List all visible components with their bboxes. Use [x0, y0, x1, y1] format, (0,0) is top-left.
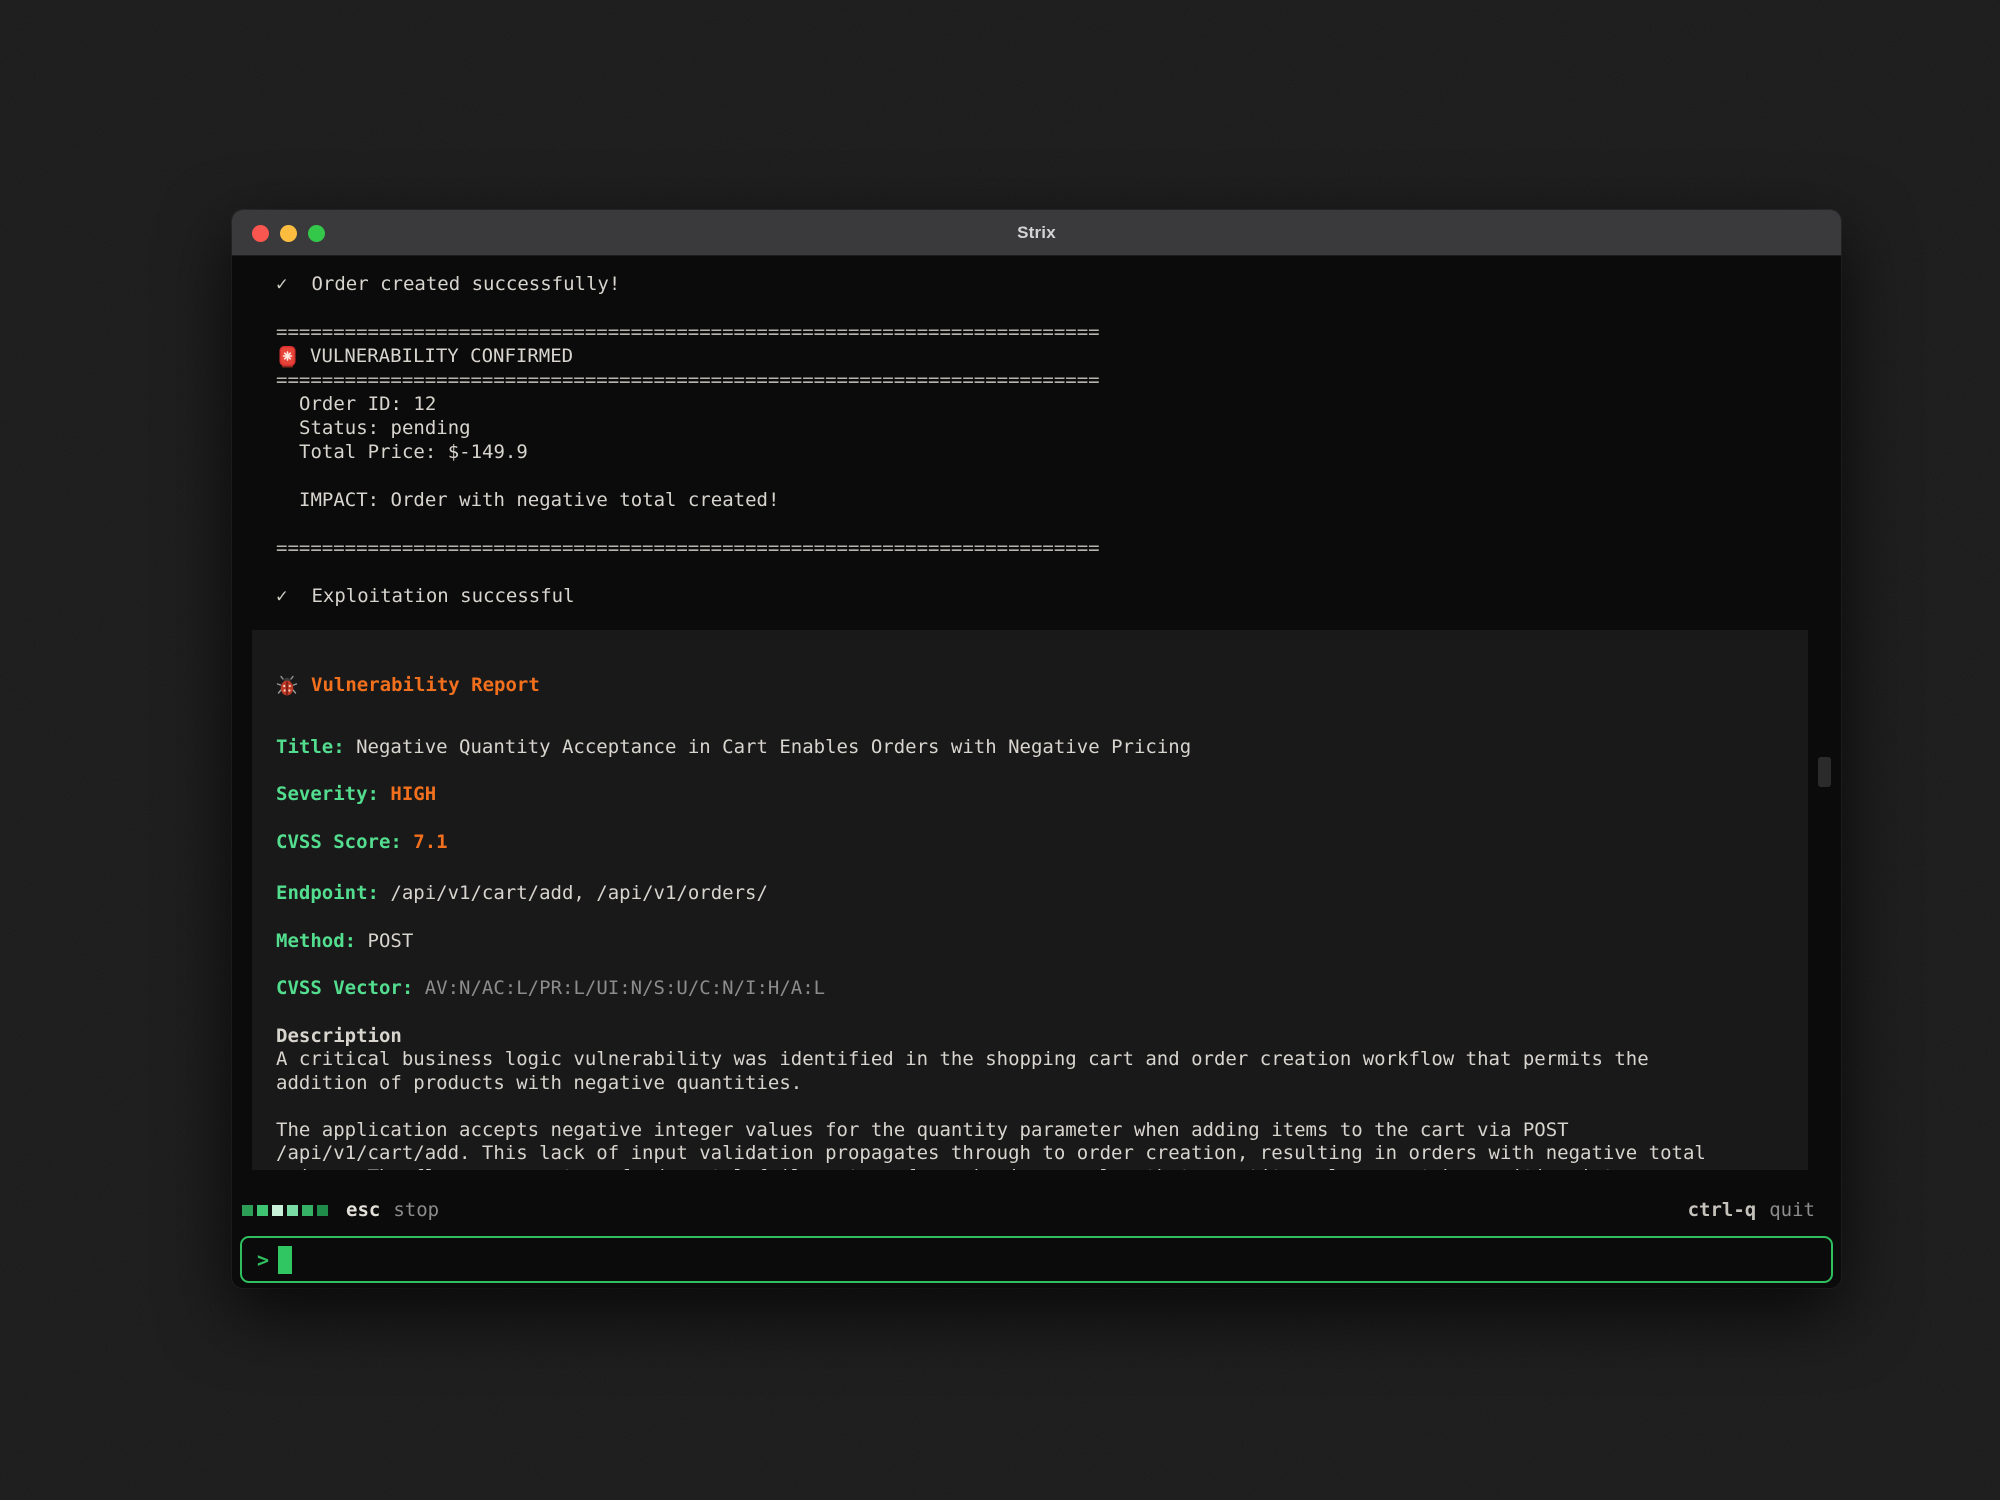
- order-status-line: Status: pending: [276, 416, 1841, 440]
- command-input[interactable]: >: [240, 1236, 1833, 1283]
- impact-line: IMPACT: Order with negative total create…: [276, 488, 1841, 512]
- description-paragraph-1-line: A critical business logic vulnerability …: [276, 1048, 1784, 1072]
- activity-spinner-icon: [242, 1205, 328, 1216]
- zoom-button[interactable]: [308, 225, 325, 242]
- description-paragraph-2-line: prices. The flaw represents a fundamenta…: [276, 1166, 1784, 1170]
- report-cvss-score-row: CVSS Score: 7.1: [276, 831, 1784, 855]
- separator-line: ========================================…: [276, 320, 1841, 344]
- checkmark-icon: ✓: [276, 272, 287, 296]
- description-heading: Description: [276, 1025, 1784, 1049]
- title-value: Negative Quantity Acceptance in Cart Ena…: [356, 736, 1191, 758]
- bug-icon: [276, 675, 298, 697]
- endpoint-value: /api/v1/cart/add, /api/v1/orders/: [390, 882, 768, 904]
- report-cvss-vector-row: CVSS Vector: AV:N/AC:L/PR:L/UI:N/S:U/C:N…: [276, 977, 1784, 1001]
- prompt-icon: >: [257, 1248, 269, 1272]
- report-title-row: Title: Negative Quantity Acceptance in C…: [276, 736, 1784, 760]
- order-success-line: ✓ Order created successfully!: [276, 272, 1841, 296]
- stop-action-label: stop: [393, 1199, 439, 1221]
- scrollbar-thumb[interactable]: [1818, 757, 1831, 787]
- traffic-lights: [252, 210, 325, 256]
- ctrl-q-key-hint: ctrl-q: [1688, 1199, 1757, 1221]
- report-description-section: Description A critical business logic vu…: [276, 1025, 1784, 1171]
- severity-value: HIGH: [390, 783, 436, 805]
- description-paragraph-2-line: The application accepts negative integer…: [276, 1119, 1784, 1143]
- description-paragraph-1-line: addition of products with negative quant…: [276, 1072, 1784, 1096]
- status-bar: esc stop ctrl-q quit: [242, 1196, 1815, 1224]
- vulnerability-report-panel: Vulnerability Report Title: Negative Qua…: [252, 630, 1808, 1170]
- rotating-light-icon: [276, 345, 298, 368]
- report-method-row: Method: POST: [276, 930, 1784, 954]
- severity-label: Severity:: [276, 783, 379, 805]
- cvss-vector-value: AV:N/AC:L/PR:L/UI:N/S:U/C:N/I:H/A:L: [425, 977, 825, 999]
- description-paragraph-2-line: /api/v1/cart/add. This lack of input val…: [276, 1142, 1784, 1166]
- title-label: Title:: [276, 736, 345, 758]
- window-title: Strix: [1017, 223, 1056, 243]
- terminal-output-area: ✓ Order created successfully! ===========…: [232, 256, 1841, 1288]
- report-heading: Vulnerability Report: [311, 674, 540, 698]
- titlebar[interactable]: Strix: [232, 210, 1841, 256]
- report-heading-row: Vulnerability Report: [276, 674, 1784, 698]
- minimize-button[interactable]: [280, 225, 297, 242]
- cvss-score-label: CVSS Score:: [276, 831, 402, 853]
- vulnerability-confirmed-banner: VULNERABILITY CONFIRMED: [276, 344, 1841, 368]
- method-label: Method:: [276, 930, 356, 952]
- exploitation-success-line: ✓ Exploitation successful: [276, 584, 1841, 608]
- report-endpoint-row: Endpoint: /api/v1/cart/add, /api/v1/orde…: [276, 882, 1784, 906]
- cvss-vector-label: CVSS Vector:: [276, 977, 413, 999]
- separator-line: ========================================…: [276, 368, 1841, 392]
- cvss-score-value: 7.1: [413, 831, 447, 853]
- separator-line: ========================================…: [276, 536, 1841, 560]
- quit-action-label: quit: [1769, 1199, 1815, 1221]
- vulnerability-confirmed-title: VULNERABILITY CONFIRMED: [310, 344, 573, 368]
- order-id-line: Order ID: 12: [276, 392, 1841, 416]
- endpoint-label: Endpoint:: [276, 882, 379, 904]
- strix-app-window: Strix ✓ Order created successfully! =====…: [232, 210, 1841, 1288]
- checkmark-icon: ✓: [276, 584, 287, 608]
- method-value: POST: [368, 930, 414, 952]
- esc-key-hint: esc: [346, 1199, 380, 1221]
- text-cursor: [278, 1246, 292, 1274]
- close-button[interactable]: [252, 225, 269, 242]
- order-success-text: Order created successfully!: [311, 272, 620, 296]
- exploitation-success-text: Exploitation successful: [311, 584, 574, 608]
- order-total-line: Total Price: $-149.9: [276, 440, 1841, 464]
- report-severity-row: Severity: HIGH: [276, 783, 1784, 807]
